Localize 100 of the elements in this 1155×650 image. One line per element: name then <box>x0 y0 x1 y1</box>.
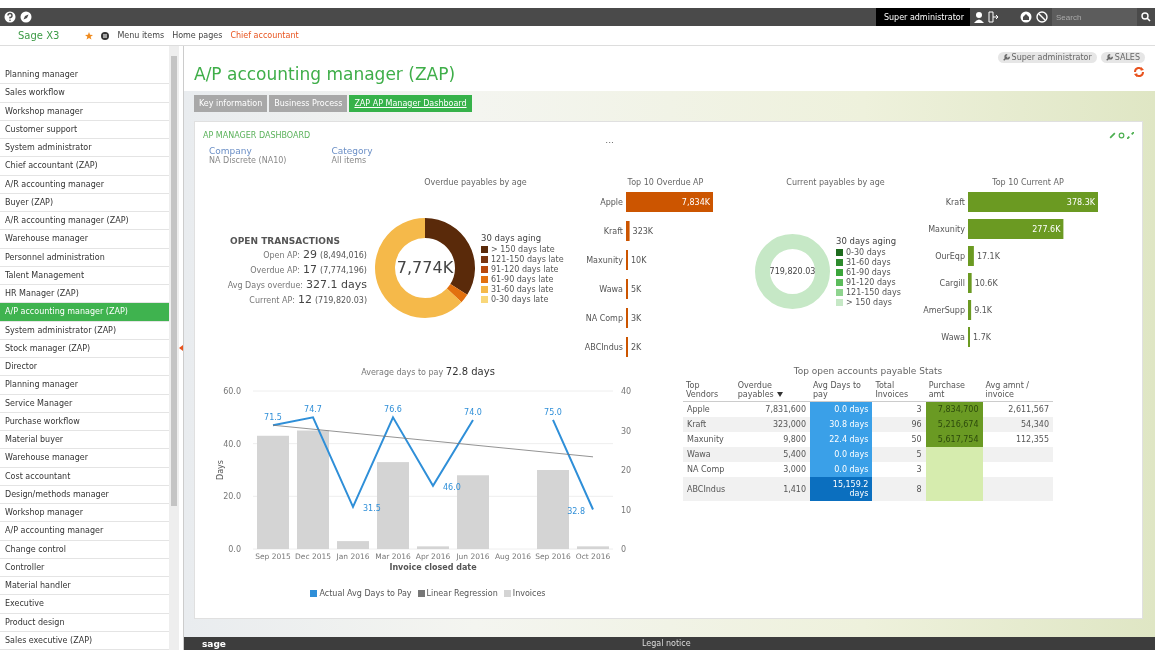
axis-tick: 10 <box>621 505 632 515</box>
bar-label: Maxunity <box>928 225 965 234</box>
bar-value: 1.7K <box>973 333 991 342</box>
header-button[interactable]: SALES <box>1100 52 1145 63</box>
bar-label: Wawa <box>599 285 623 294</box>
nav-link[interactable]: Home pages <box>172 31 223 40</box>
chart-title: Top 10 Overdue AP <box>626 178 705 189</box>
column-header[interactable]: Overdue payables <box>734 379 811 402</box>
legend-label: 31-60 days late <box>491 284 554 294</box>
more-menu[interactable]: ... <box>605 135 614 145</box>
table-cell: 2,611,567 <box>982 401 1053 417</box>
column-header[interactable]: Purchase amt <box>925 379 983 402</box>
bar-value: 10.6K <box>974 279 998 288</box>
bar-value: 9.1K <box>974 306 993 315</box>
stat-count: 12 <box>297 293 312 306</box>
table-cell: 0.0 days <box>810 462 873 477</box>
legend-label: Linear Regression <box>426 589 498 598</box>
bar-value: 378.3K <box>1066 198 1095 207</box>
stat-amount: (7,774,196) <box>320 266 367 275</box>
search-field[interactable]: Search <box>1052 8 1137 26</box>
stat-label: Current AP: <box>249 296 295 305</box>
wrench-icon <box>1105 54 1113 61</box>
navigation-icon[interactable] <box>1036 11 1048 23</box>
legend-label: 121-150 days <box>846 288 901 297</box>
menu-icon[interactable] <box>101 31 110 40</box>
filter-label[interactable]: Category <box>331 146 373 156</box>
axis-tick: 30 <box>621 426 632 436</box>
axis-tick: 40.0 <box>223 439 241 449</box>
table-cell: 1,410 <box>734 477 811 501</box>
axis-tick: 0 <box>621 545 627 554</box>
nav-link[interactable]: Chief accountant <box>230 31 299 40</box>
column-header[interactable]: Top Vendors <box>683 379 735 402</box>
donut-center-value: 7,774K <box>396 258 454 278</box>
point-label: 32.8 <box>567 506 585 516</box>
bar-label: Cargill <box>939 279 965 288</box>
bar-label: Wawa <box>941 333 965 342</box>
table-cell: Wawa <box>683 447 735 462</box>
bar-value: 17.1K <box>976 252 1000 261</box>
table-cell: 15,159.2 days <box>810 477 873 501</box>
legend-label: > 150 days <box>846 298 892 307</box>
help-icon[interactable] <box>4 11 16 23</box>
legend-title: 30 days aging <box>836 236 898 246</box>
refresh-icon[interactable] <box>1133 66 1145 78</box>
user-icon[interactable] <box>974 11 984 23</box>
stat-label: Avg Days overdue: <box>227 281 304 290</box>
expand-icon[interactable] <box>1127 131 1134 139</box>
point-label: 46.0 <box>443 482 461 492</box>
legend-label: 91-120 days late <box>491 264 559 274</box>
legend-label: 61-90 days <box>846 268 891 277</box>
header-button[interactable]: Super administrator <box>997 52 1097 63</box>
table-cell: 9,800 <box>734 432 811 447</box>
edit-icon[interactable] <box>1109 131 1116 139</box>
axis-title: Days <box>216 460 225 480</box>
axis-tick: 60.0 <box>223 387 241 396</box>
filter-value: All items <box>331 156 367 165</box>
table-cell: Kraft <box>683 417 735 432</box>
axis-tick: 40 <box>621 387 632 396</box>
nav-link[interactable]: Menu items <box>117 31 165 40</box>
refresh-icon[interactable] <box>1118 131 1125 139</box>
bar-value: 277.6K <box>1032 225 1061 234</box>
compass-icon[interactable] <box>20 11 32 23</box>
logout-icon[interactable] <box>988 11 998 23</box>
stat-amount: (8,494,016) <box>320 251 367 260</box>
stat-label: Open AP: <box>263 251 301 260</box>
table-cell: 3 <box>872 401 926 417</box>
sort-icon <box>776 392 783 397</box>
legend-label: Actual Avg Days to Pay <box>319 589 412 598</box>
axis-tick: 20.0 <box>223 492 241 502</box>
search-icon[interactable] <box>1141 12 1151 22</box>
scrollbar[interactable] <box>169 46 179 650</box>
scrollbar-thumb[interactable] <box>171 56 178 506</box>
table-cell: 3 <box>872 462 926 477</box>
bar-value: 7,834K <box>681 198 710 207</box>
stat-count: 17 <box>303 263 318 276</box>
stat-count: 29 <box>303 248 318 261</box>
legend-label: 121-150 days late <box>491 254 564 264</box>
bar-label: NA Comp <box>585 314 623 323</box>
chart-title: Top 10 Current AP <box>991 178 1065 189</box>
filter-label[interactable]: Company <box>209 146 287 156</box>
legend-label: 31-60 days <box>846 258 891 267</box>
stat-label: Overdue AP: <box>250 266 301 275</box>
table-cell: 3,000 <box>734 462 811 477</box>
legal-notice-link[interactable]: Legal notice <box>642 639 691 648</box>
star-icon[interactable] <box>85 31 94 40</box>
table-cell: 323,000 <box>734 417 811 432</box>
table-cell: 5 <box>872 447 926 462</box>
column-header[interactable]: Avg amnt / invoice <box>982 379 1053 402</box>
column-header[interactable]: Total Invoices <box>872 379 926 402</box>
axis-tick: 20 <box>621 466 632 475</box>
column-header[interactable]: Avg Days to pay <box>810 379 873 402</box>
home-icon[interactable] <box>1020 11 1032 23</box>
bar-value: 5K <box>631 285 642 294</box>
bar-label: Maxunity <box>586 256 623 265</box>
chart-title: Overdue payables by age <box>423 178 528 189</box>
axis-title: Invoice closed date <box>389 563 477 572</box>
bar-value: 2K <box>631 343 642 352</box>
chart-title: Current payables by age <box>785 178 886 189</box>
bar-value: 10K <box>631 256 647 265</box>
wrench-icon <box>1002 54 1010 61</box>
dashboard-title: AP MANAGER DASHBOARD <box>203 130 311 140</box>
